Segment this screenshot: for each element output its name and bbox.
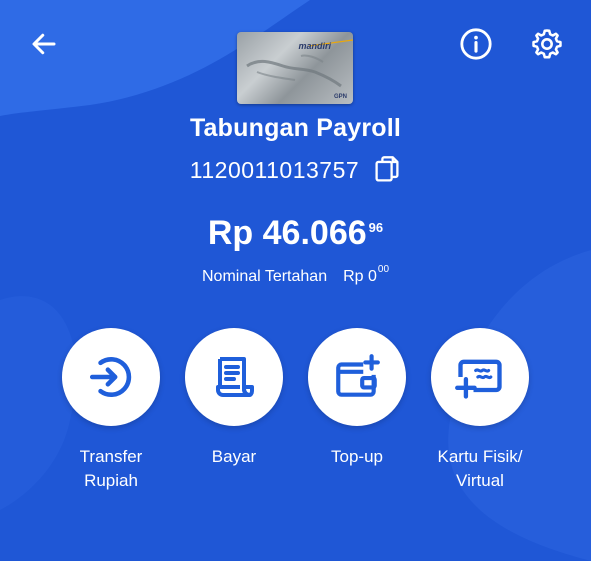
balance-amount: Rp 46.066 <box>207 214 367 252</box>
wallet-plus-icon <box>336 354 380 397</box>
action-label-line-1: Kartu Fisik/ <box>437 447 523 466</box>
back-button[interactable] <box>22 22 66 66</box>
action-bayar[interactable]: Bayar <box>164 328 304 469</box>
action-label: Bayar <box>169 445 299 469</box>
debit-card-image[interactable]: mandiri GPN <box>237 32 353 104</box>
balance-decimals: 96 <box>368 220 384 235</box>
action-top-up[interactable]: Top-up <box>287 328 427 469</box>
action-label-line-1: Top-up <box>331 447 383 466</box>
copy-icon <box>375 156 399 182</box>
action-label: Top-up <box>292 445 422 469</box>
card-plus-icon <box>455 359 502 399</box>
action-transfer-rupiah[interactable]: Transfer Rupiah <box>41 328 181 493</box>
held-amount-label: Nominal Tertahan <box>201 268 328 285</box>
account-name: Tabungan Payroll <box>189 114 402 142</box>
bill-icon <box>216 357 254 397</box>
action-circle <box>308 328 406 426</box>
balance: Rp 46.066 96 <box>0 214 591 253</box>
action-label-line-1: Transfer <box>79 447 143 466</box>
gear-icon <box>532 29 562 59</box>
card-network-logo: GPN <box>333 94 347 100</box>
held-amount: Nominal Tertahan Rp 0 00 <box>0 264 591 286</box>
transfer-icon <box>89 357 132 397</box>
action-label-line-2: Virtual <box>456 471 504 490</box>
copy-button[interactable] <box>373 155 401 185</box>
action-label: Kartu Fisik/ Virtual <box>415 445 545 493</box>
info-button[interactable] <box>454 22 498 66</box>
account-number-row: 1120011013757 <box>0 155 591 185</box>
held-amount-decimals: 00 <box>377 264 390 275</box>
action-circle <box>62 328 160 426</box>
action-circle <box>185 328 283 426</box>
arrow-left-icon <box>32 33 56 55</box>
action-kartu-fisik-virtual[interactable]: Kartu Fisik/ Virtual <box>410 328 550 493</box>
settings-button[interactable] <box>525 22 569 66</box>
held-amount-value: Rp 0 <box>343 268 377 285</box>
action-circle <box>431 328 529 426</box>
account-number: 1120011013757 <box>189 156 360 183</box>
action-label-line-1: Bayar <box>211 447 257 466</box>
action-label-line-2: Rupiah <box>84 471 138 490</box>
info-icon <box>460 28 492 60</box>
action-label: Transfer Rupiah <box>46 445 176 493</box>
card-brand-logo: mandiri <box>298 41 331 51</box>
